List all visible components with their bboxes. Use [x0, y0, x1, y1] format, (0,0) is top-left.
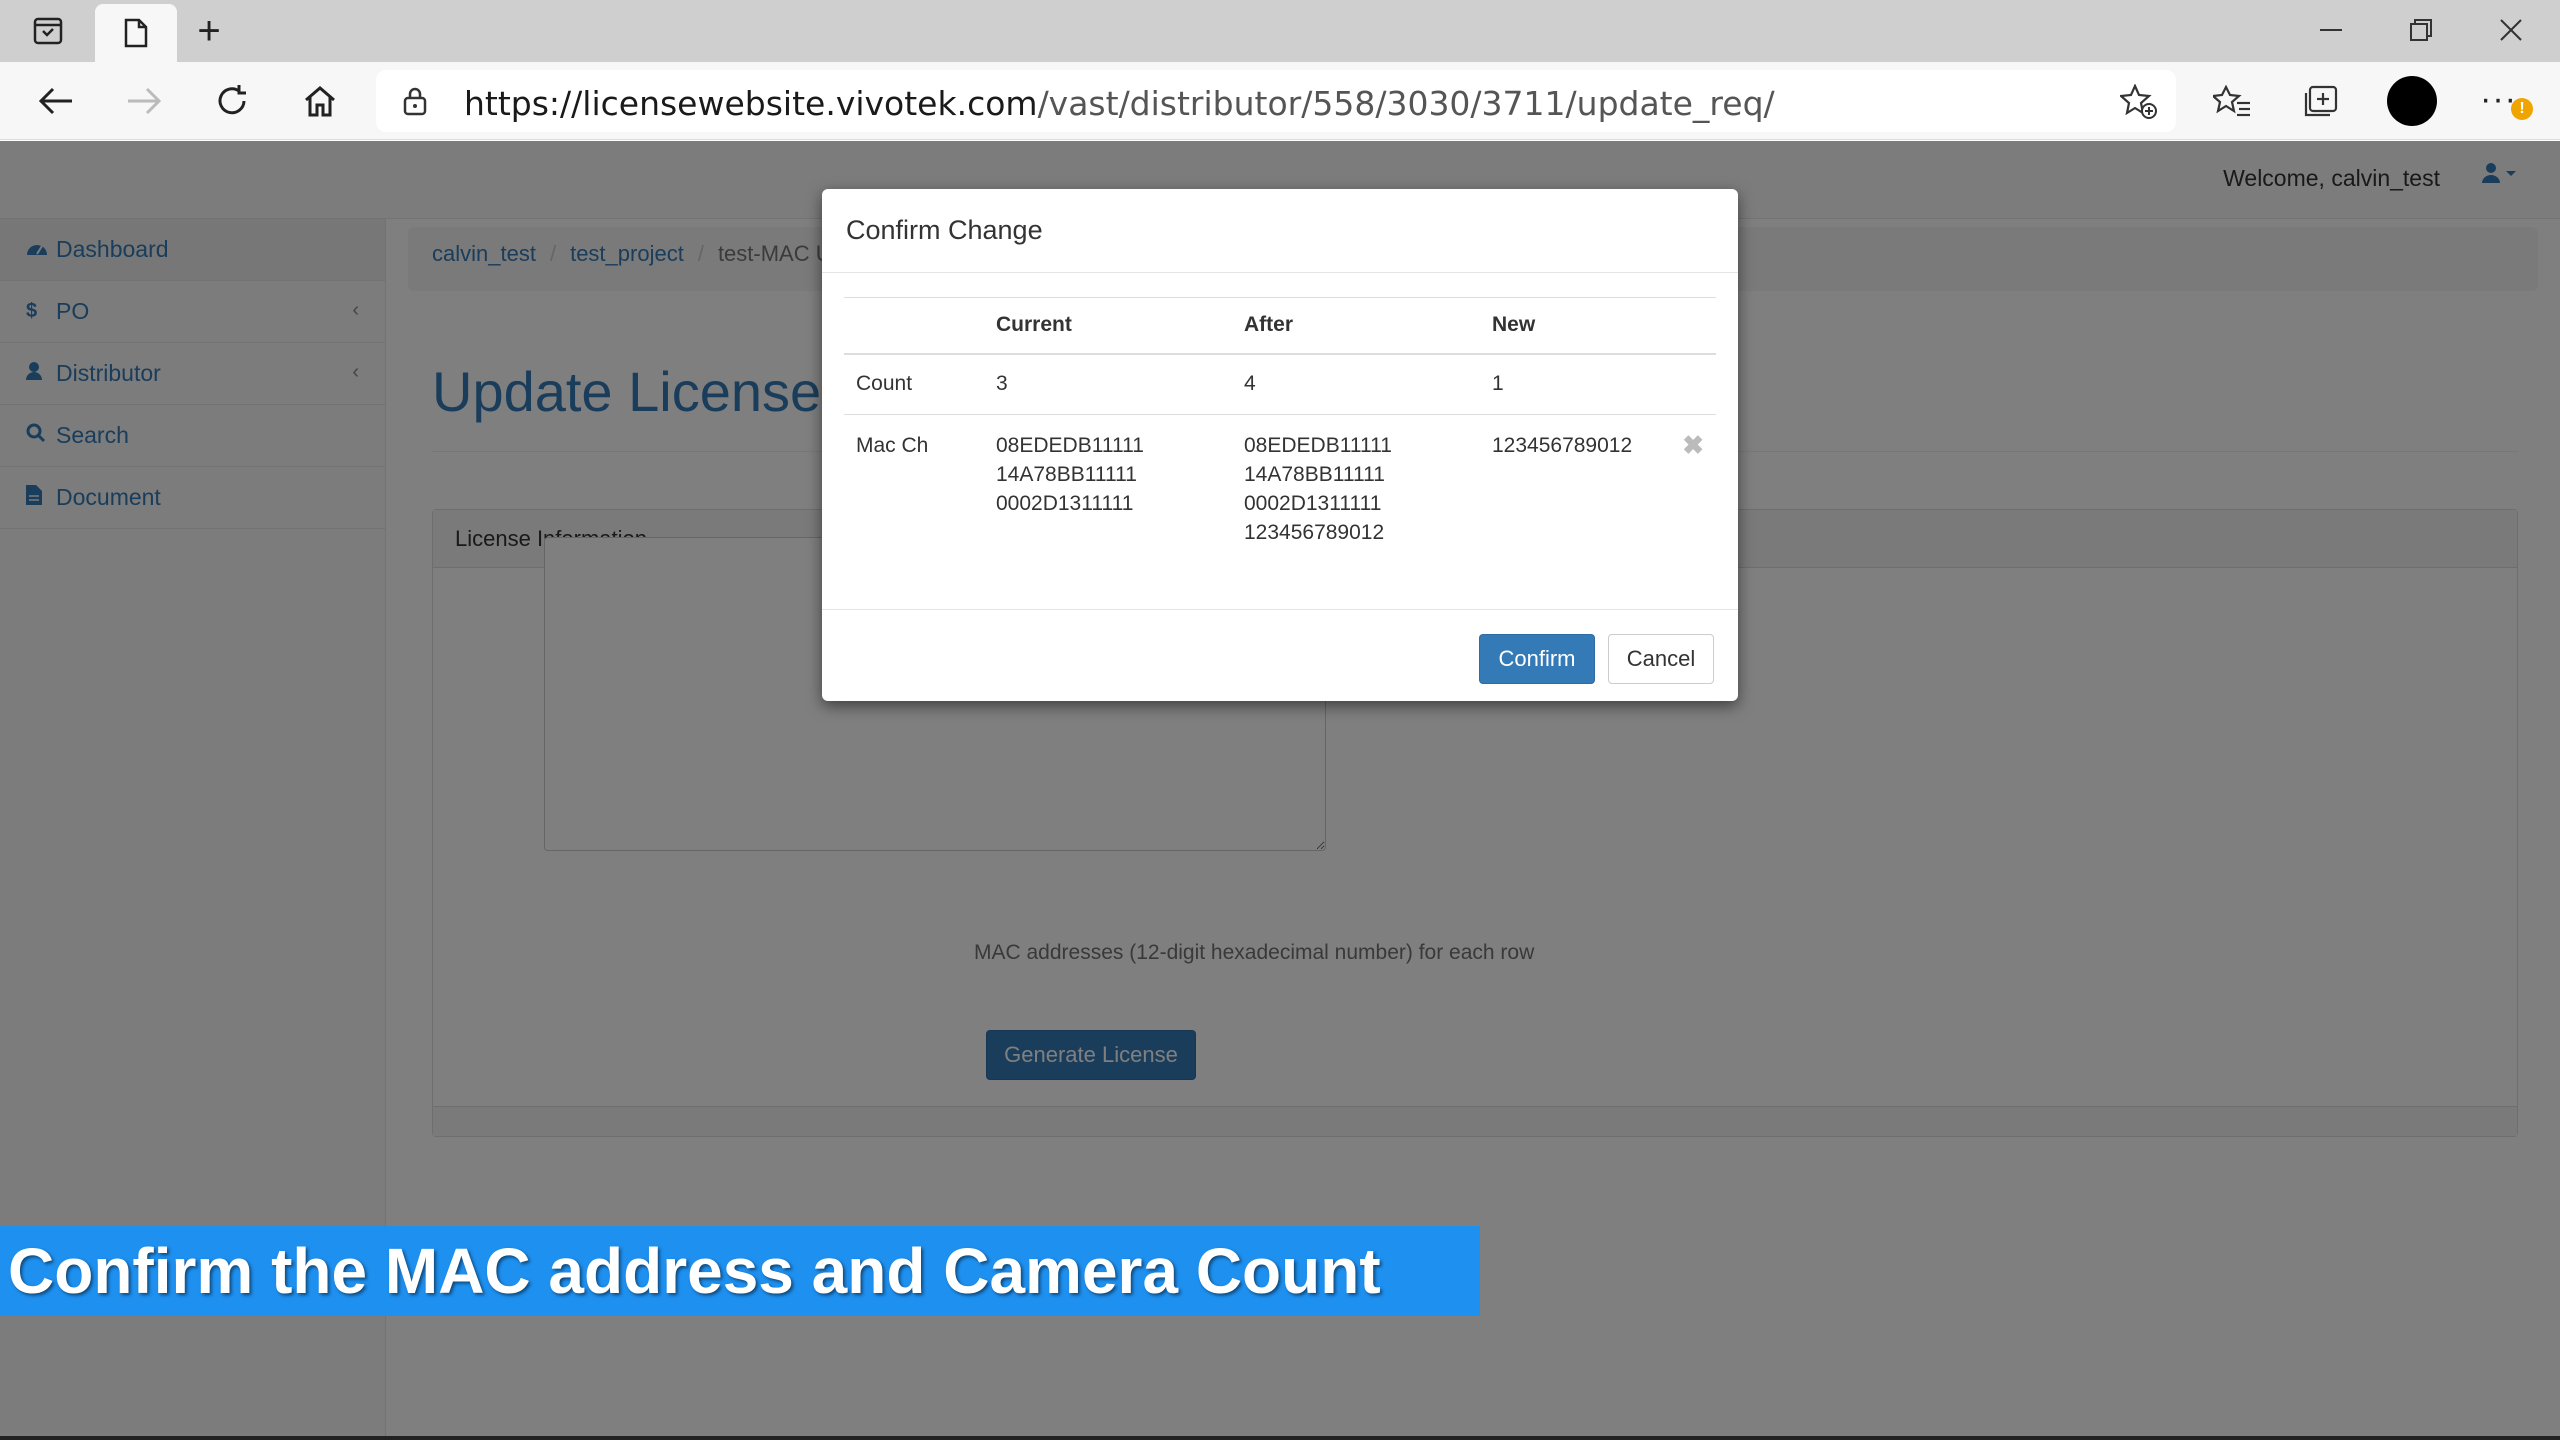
mac-new-cell: 123456789012 — [1480, 413, 1671, 563]
mac-address: 0002D1311111 — [1244, 491, 1382, 515]
address-bar[interactable]: https://licensewebsite.vivotek.com/vast/… — [376, 70, 2176, 132]
instruction-caption: Confirm the MAC address and Camera Count — [0, 1226, 1480, 1316]
active-tab[interactable] — [95, 4, 177, 62]
add-favorite-icon[interactable] — [2118, 83, 2158, 125]
browser-toolbar: https://licensewebsite.vivotek.com/vast/… — [0, 62, 2560, 140]
count-after: 4 — [1232, 353, 1480, 414]
url-text[interactable]: https://licensewebsite.vivotek.com/vast/… — [464, 84, 1775, 123]
notification-badge: ! — [2511, 98, 2533, 120]
row-label: Count — [844, 353, 984, 414]
profile-avatar[interactable] — [2387, 76, 2437, 126]
table-row-mac: Mac Ch 08EDEDB11111 14A78BB11111 0002D13… — [844, 413, 1716, 563]
column-header — [844, 297, 984, 355]
tab-actions-icon[interactable] — [22, 10, 74, 52]
cancel-button[interactable]: Cancel — [1608, 634, 1714, 684]
change-table: Current After New Count 3 4 1 Mac Ch 08E… — [844, 297, 1716, 563]
home-button[interactable] — [292, 74, 348, 128]
mac-address: 14A78BB11111 — [996, 462, 1137, 486]
lock-icon[interactable] — [402, 86, 428, 121]
back-button[interactable] — [28, 74, 84, 128]
close-window-button[interactable] — [2466, 8, 2556, 52]
reload-button[interactable] — [204, 74, 260, 128]
restore-button[interactable] — [2376, 8, 2466, 52]
column-header-after: After — [1232, 297, 1480, 355]
count-new: 1 — [1480, 353, 1671, 414]
table-header-row: Current After New — [844, 297, 1716, 355]
column-header-new: New — [1480, 297, 1671, 355]
remove-row-icon[interactable]: ✖ — [1670, 413, 1716, 563]
row-label: Mac Ch — [844, 413, 984, 563]
browser-tab-bar: + — [0, 0, 2560, 62]
mac-current-cell: 08EDEDB11111 14A78BB11111 0002D1311111 — [984, 413, 1232, 563]
mac-address: 08EDEDB11111 — [996, 433, 1144, 457]
column-header-current: Current — [984, 297, 1232, 355]
column-header-actions — [1670, 297, 1716, 355]
confirm-change-dialog: Confirm Change Current After New Count 3… — [822, 189, 1738, 701]
empty-cell — [1670, 353, 1716, 414]
page-icon — [124, 18, 148, 48]
mac-address: 123456789012 — [1244, 520, 1385, 544]
favorites-icon[interactable] — [2208, 78, 2256, 126]
collections-icon[interactable] — [2296, 78, 2344, 126]
mac-address: 14A78BB11111 — [1244, 462, 1385, 486]
forward-button[interactable] — [116, 74, 172, 128]
count-current: 3 — [984, 353, 1232, 414]
mac-address: 08EDEDB11111 — [1244, 433, 1392, 457]
mac-after-cell: 08EDEDB11111 14A78BB11111 0002D1311111 1… — [1232, 413, 1480, 563]
table-row-count: Count 3 4 1 — [844, 353, 1716, 414]
new-tab-button[interactable]: + — [185, 9, 233, 53]
mac-address: 0002D1311111 — [996, 491, 1134, 515]
mac-address: 123456789012 — [1492, 433, 1633, 457]
confirm-button[interactable]: Confirm — [1479, 634, 1595, 684]
bottom-edge — [0, 1436, 2560, 1440]
minimize-button[interactable] — [2286, 8, 2376, 52]
dialog-title: Confirm Change — [822, 189, 1738, 273]
dialog-footer: Confirm Cancel — [822, 609, 1738, 701]
